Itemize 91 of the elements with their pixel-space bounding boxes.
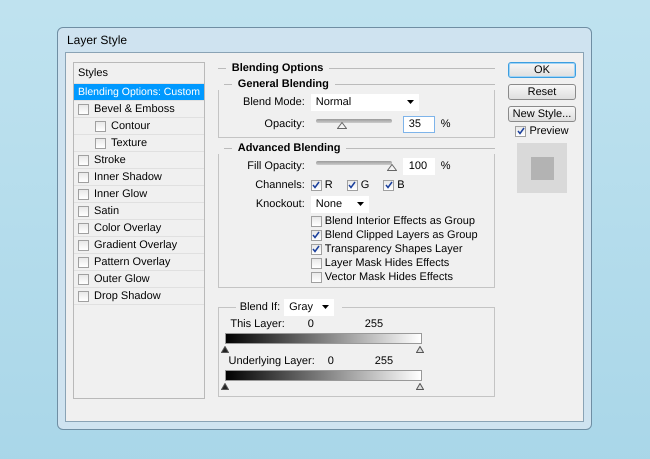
style-label: Inner Shadow: [94, 171, 162, 183]
range-value: 255: [374, 355, 394, 367]
slider-thumb[interactable]: [220, 383, 229, 390]
checkbox[interactable]: [346, 180, 358, 190]
dialog-button[interactable]: Reset: [508, 84, 576, 100]
checkbox[interactable]: [78, 188, 89, 200]
preview-label: Preview: [529, 125, 569, 137]
style-label: Pattern Overlay: [94, 256, 170, 268]
checkbox[interactable]: [78, 256, 89, 268]
slider-thumb[interactable]: [220, 346, 229, 353]
caret-icon: [356, 202, 364, 206]
section-title: Advanced Blending: [238, 142, 340, 154]
checkbox[interactable]: [95, 138, 106, 148]
style-item[interactable]: Color Overlay: [74, 220, 204, 237]
channel-label: R: [324, 179, 333, 191]
checkbox[interactable]: [310, 272, 322, 282]
field-label: This Layer:: [229, 318, 285, 330]
checkbox[interactable]: [310, 258, 322, 268]
field-label: Channels:: [254, 179, 305, 191]
unit-label: %: [440, 118, 451, 130]
slider-thumb[interactable]: [416, 346, 424, 353]
channel-label: B: [397, 179, 405, 191]
style-item[interactable]: Bevel & Emboss: [74, 101, 204, 118]
range-value: 255: [364, 318, 384, 330]
checkbox[interactable]: [78, 154, 89, 166]
checkbox[interactable]: [310, 230, 322, 240]
checkbox[interactable]: [515, 126, 526, 136]
checkbox[interactable]: [78, 206, 89, 216]
slider-thumb[interactable]: [416, 383, 424, 390]
range-value: 0: [326, 355, 335, 367]
checkbox[interactable]: [78, 274, 89, 284]
range-value: 0: [306, 318, 315, 330]
style-label: Outer Glow: [94, 273, 150, 285]
preview-square: [530, 156, 554, 180]
style-item[interactable]: Inner Shadow: [74, 169, 204, 186]
channel-label: G: [360, 179, 370, 191]
style-label: Drop Shadow: [94, 290, 161, 302]
blend-if-dropdown[interactable]: Gray: [284, 298, 334, 316]
blend-mode-dropdown[interactable]: Normal: [310, 94, 419, 110]
style-label: Gradient Overlay: [94, 239, 178, 251]
style-item[interactable]: Contour: [74, 118, 204, 135]
section-title: General Blending: [238, 78, 329, 90]
slider-thumb[interactable]: [386, 164, 397, 170]
field-label: Fill Opacity:: [246, 160, 305, 172]
style-item[interactable]: Outer Glow: [74, 271, 204, 288]
style-label: Inner Glow: [94, 188, 148, 200]
caret-icon: [406, 100, 414, 104]
checkbox[interactable]: [383, 180, 394, 190]
checkbox[interactable]: [310, 216, 322, 226]
checkbox[interactable]: [78, 172, 89, 182]
checkbox[interactable]: [310, 244, 322, 254]
knockout-dropdown[interactable]: None: [310, 196, 369, 212]
style-item[interactable]: Gradient Overlay: [74, 237, 204, 254]
field-label: Opacity:: [263, 118, 305, 130]
field-label: Blend If:: [240, 301, 280, 313]
checkbox[interactable]: [95, 120, 106, 132]
section-title: Blending Options: [232, 62, 324, 74]
checkbox[interactable]: [78, 104, 89, 114]
checkbox[interactable]: [310, 180, 322, 190]
option-label: Layer Mask Hides Effects: [324, 257, 450, 269]
style-item[interactable]: Pattern Overlay: [74, 254, 204, 271]
style-item[interactable]: Drop Shadow: [74, 288, 204, 305]
style-item[interactable]: Texture: [74, 135, 204, 152]
style-label: Blending Options: Custom: [78, 86, 200, 98]
field-label: Knockout:: [254, 198, 305, 210]
field-label: Blend Mode:: [242, 96, 305, 108]
style-label: Stroke: [94, 154, 126, 166]
option-label: Blend Interior Effects as Group: [324, 215, 475, 227]
style-label: Bevel & Emboss: [94, 103, 175, 115]
field-label: Underlying Layer:: [228, 355, 315, 367]
list-header: Styles: [78, 67, 108, 79]
option-label: Blend Clipped Layers as Group: [324, 229, 478, 241]
style-label: Satin: [94, 205, 120, 217]
style-item[interactable]: Inner Glow: [74, 186, 204, 203]
style-item[interactable]: Stroke: [74, 152, 204, 169]
checkbox[interactable]: [78, 222, 89, 234]
fill-opacity-field[interactable]: 100: [402, 158, 435, 174]
option-label: Vector Mask Hides Effects: [324, 271, 453, 283]
style-label: Texture: [111, 137, 148, 149]
checkbox[interactable]: [78, 290, 89, 302]
unit-label: %: [440, 160, 451, 172]
dialog-button[interactable]: New Style...: [508, 106, 576, 122]
dialog-button[interactable]: OK: [508, 62, 576, 78]
style-label: Contour: [111, 120, 150, 132]
style-item[interactable]: Satin: [74, 203, 204, 220]
window-title: Layer Style: [67, 33, 128, 47]
opacity-field[interactable]: 35: [402, 116, 435, 132]
option-label: Transparency Shapes Layer: [324, 243, 463, 255]
checkbox[interactable]: [78, 240, 89, 250]
style-label: Color Overlay: [94, 222, 162, 234]
caret-icon: [322, 305, 330, 309]
